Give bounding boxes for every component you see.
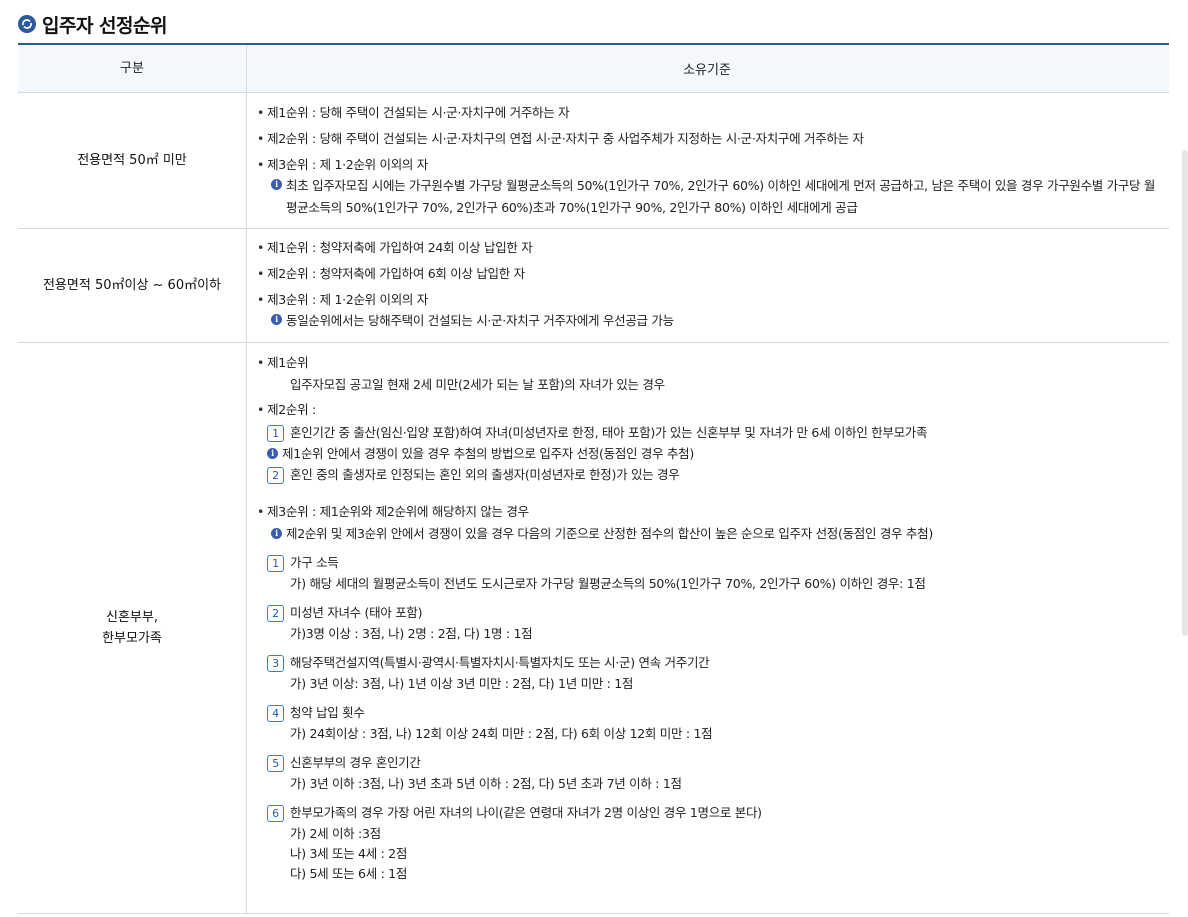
table-header: 구분 소유기준 bbox=[18, 45, 1169, 93]
numbered-item: 1 혼인기간 중 출산(임신·입양 포함)하여 자녀(미성년자로 한정, 태아 … bbox=[257, 422, 1157, 444]
info-note: i 동일순위에서는 당해주택이 건설되는 시·군·자치구 거주자에게 우선공급 … bbox=[257, 310, 1157, 332]
number-badge: 4 bbox=[267, 704, 284, 722]
list-item: 제3순위 : 제 1·2순위 이외의 자 bbox=[257, 290, 1157, 310]
page-title: 입주자 선정순위 bbox=[42, 14, 167, 37]
info-icon: i bbox=[267, 448, 278, 459]
table-row: 전용면적 50㎡이상 ~ 60㎡이하 제1순위 : 청약저축에 가입하여 24회… bbox=[18, 229, 1169, 343]
numbered-text: 혼인 중의 출생자로 인정되는 혼인 외의 출생자(미성년자로 한정)가 있는 … bbox=[290, 467, 680, 482]
criteria-title: 3 해당주택건설지역(특별시·광역시·특별자치시·특별자치도 또는 시·군) 연… bbox=[257, 652, 1157, 674]
number-badge: 2 bbox=[267, 466, 284, 484]
number-badge: 6 bbox=[267, 804, 284, 822]
category-line: 한부모가족 bbox=[102, 631, 162, 646]
list-item: 제3순위 : 제1순위와 제2순위에 해당하지 않는 경우 bbox=[257, 502, 1157, 524]
header-criteria: 소유기준 bbox=[683, 63, 731, 78]
note-text: 제1순위 안에서 경쟁이 있을 경우 추첨의 방법으로 입주자 선정(동점인 경… bbox=[282, 446, 694, 461]
criteria-detail: 가)3명 이상 : 3점, 나) 2명 : 2점, 다) 1명 : 1점 bbox=[290, 626, 533, 641]
numbered-text: 혼인기간 중 출산(임신·입양 포함)하여 자녀(미성년자로 한정, 태아 포함… bbox=[290, 425, 928, 440]
criteria-title-text: 미성년 자녀수 (태아 포함) bbox=[290, 605, 423, 620]
criteria-title: 2 미성년 자녀수 (태아 포함) bbox=[257, 602, 1157, 624]
header-category: 구분 bbox=[18, 45, 247, 92]
vertical-scrollbar[interactable] bbox=[1182, 150, 1188, 636]
criteria-detail: 가) 24회이상 : 3점, 나) 12회 이상 24회 미만 : 2점, 다)… bbox=[290, 726, 713, 741]
row-content: 제1순위 : 당해 주택이 건설되는 시·군·자치구에 거주하는 자 제2순위 … bbox=[247, 93, 1169, 228]
list-item: 제3순위 : 제 1·2순위 이외의 자 bbox=[257, 155, 1157, 175]
criteria-detail: 가) 3년 이하 :3점, 나) 3년 초과 5년 이하 : 2점, 다) 5년… bbox=[290, 776, 682, 791]
criteria-item: 1 가구 소득 가) 해당 세대의 월평균소득이 전년도 도시근로자 가구당 월… bbox=[257, 552, 1157, 594]
criteria-detail: 나) 3세 또는 4세 : 2점 bbox=[290, 846, 408, 861]
criteria-item: 4 청약 납입 횟수 가) 24회이상 : 3점, 나) 12회 이상 24회 … bbox=[257, 702, 1157, 744]
criteria-title: 4 청약 납입 횟수 bbox=[257, 702, 1157, 724]
info-icon: i bbox=[271, 314, 282, 325]
note-text: 최초 입주자모집 시에는 가구원수별 가구당 월평균소득의 50%(1인가구 7… bbox=[286, 178, 1156, 215]
criteria-item: 5 신혼부부의 경우 혼인기간 가) 3년 이하 :3점, 나) 3년 초과 5… bbox=[257, 752, 1157, 794]
criteria-item: 6 한부모가족의 경우 가장 어린 자녀의 나이(같은 연령대 자녀가 2명 이… bbox=[257, 802, 1157, 884]
category-line: 신혼부부, bbox=[106, 610, 158, 625]
criteria-detail: 가) 2세 이하 :3점 bbox=[290, 826, 381, 841]
row-content: 제1순위 입주자모집 공고일 현재 2세 미만(2세가 되는 날 포함)의 자녀… bbox=[247, 343, 1169, 913]
priority-detail: 입주자모집 공고일 현재 2세 미만(2세가 되는 날 포함)의 자녀가 있는 … bbox=[290, 377, 665, 392]
table-row: 전용면적 50㎡ 미만 제1순위 : 당해 주택이 건설되는 시·군·자치구에 … bbox=[18, 93, 1169, 229]
criteria-title: 5 신혼부부의 경우 혼인기간 bbox=[257, 752, 1157, 774]
criteria-detail: 가) 3년 이상: 3점, 나) 1년 이상 3년 미만 : 2점, 다) 1년… bbox=[290, 676, 634, 691]
row-category: 전용면적 50㎡이상 ~ 60㎡이하 bbox=[18, 229, 247, 342]
numbered-item: 2 혼인 중의 출생자로 인정되는 혼인 외의 출생자(미성년자로 한정)가 있… bbox=[257, 464, 1157, 486]
criteria-title-text: 한부모가족의 경우 가장 어린 자녀의 나이(같은 연령대 자녀가 2명 이상인… bbox=[290, 805, 762, 820]
criteria-detail: 가) 해당 세대의 월평균소득이 전년도 도시근로자 가구당 월평균소득의 50… bbox=[290, 576, 926, 591]
list-item: 제2순위 : bbox=[257, 400, 1157, 422]
criteria-item: 2 미성년 자녀수 (태아 포함) 가)3명 이상 : 3점, 나) 2명 : … bbox=[257, 602, 1157, 644]
list-item: 제2순위 : 청약저축에 가입하여 6회 이상 납입한 자 bbox=[257, 264, 1157, 284]
criteria-title-text: 가구 소득 bbox=[290, 555, 339, 570]
number-badge: 2 bbox=[267, 604, 284, 622]
criteria-title-text: 해당주택건설지역(특별시·광역시·특별자치시·특별자치도 또는 시·군) 연속 … bbox=[290, 655, 710, 670]
priority-table: 구분 소유기준 전용면적 50㎡ 미만 제1순위 : 당해 주택이 건설되는 시… bbox=[18, 43, 1169, 914]
criteria-detail: 다) 5세 또는 6세 : 1점 bbox=[290, 866, 408, 881]
list-item: 제2순위 : 당해 주택이 건설되는 시·군·자치구의 연접 시·군·자치구 중… bbox=[257, 129, 1157, 149]
list-item: 제1순위 : 당해 주택이 건설되는 시·군·자치구에 거주하는 자 bbox=[257, 103, 1157, 123]
criteria-title: 1 가구 소득 bbox=[257, 552, 1157, 574]
row-content: 제1순위 : 청약저축에 가입하여 24회 이상 납입한 자 제2순위 : 청약… bbox=[247, 229, 1169, 342]
info-icon: i bbox=[271, 528, 282, 539]
list-item: 제1순위 bbox=[257, 353, 1157, 375]
criteria-title: 6 한부모가족의 경우 가장 어린 자녀의 나이(같은 연령대 자녀가 2명 이… bbox=[257, 802, 1157, 824]
section-title: 입주자 선정순위 bbox=[18, 10, 167, 38]
criteria-title-text: 청약 납입 횟수 bbox=[290, 705, 365, 720]
number-badge: 1 bbox=[267, 424, 284, 442]
number-badge: 3 bbox=[267, 654, 284, 672]
number-badge: 1 bbox=[267, 554, 284, 572]
row-category: 신혼부부, 한부모가족 bbox=[18, 343, 247, 913]
number-badge: 5 bbox=[267, 754, 284, 772]
info-note: i 최초 입주자모집 시에는 가구원수별 가구당 월평균소득의 50%(1인가구… bbox=[257, 175, 1157, 219]
criteria-title-text: 신혼부부의 경우 혼인기간 bbox=[290, 755, 421, 770]
refresh-icon bbox=[18, 15, 36, 33]
table-row: 신혼부부, 한부모가족 제1순위 입주자모집 공고일 현재 2세 미만(2세가 … bbox=[18, 343, 1169, 914]
info-icon: i bbox=[271, 179, 282, 190]
row-category: 전용면적 50㎡ 미만 bbox=[18, 93, 247, 228]
note-text: 제2순위 및 제3순위 안에서 경쟁이 있을 경우 다음의 기준으로 산정한 점… bbox=[286, 526, 933, 541]
info-note: i 제2순위 및 제3순위 안에서 경쟁이 있을 경우 다음의 기준으로 산정한… bbox=[257, 524, 1157, 544]
note-text: 동일순위에서는 당해주택이 건설되는 시·군·자치구 거주자에게 우선공급 가능 bbox=[286, 313, 674, 328]
list-item: 제1순위 : 청약저축에 가입하여 24회 이상 납입한 자 bbox=[257, 238, 1157, 258]
criteria-item: 3 해당주택건설지역(특별시·광역시·특별자치시·특별자치도 또는 시·군) 연… bbox=[257, 652, 1157, 694]
info-note: i 제1순위 안에서 경쟁이 있을 경우 추첨의 방법으로 입주자 선정(동점인… bbox=[257, 444, 1157, 464]
